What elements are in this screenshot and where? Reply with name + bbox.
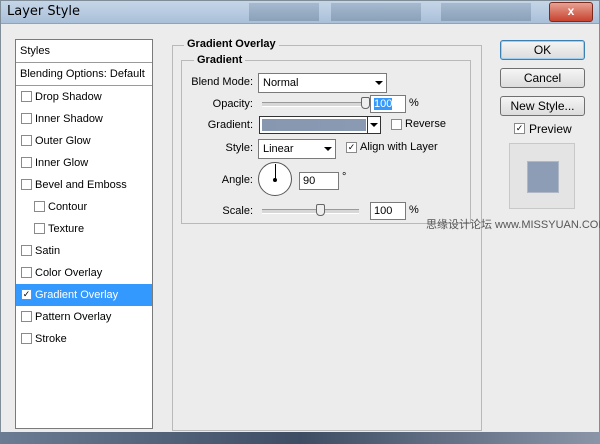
style-items: Drop Shadow Inner Shadow Outer Glow Inner G… (16, 86, 152, 350)
blend-mode-label: Blend Mode: (191, 76, 253, 88)
gradient-group-title: Gradient (194, 54, 246, 66)
preview-checkbox[interactable]: ✓ (514, 123, 525, 134)
style-item-satin[interactable]: Satin (16, 240, 152, 262)
style-item-checkbox[interactable] (34, 223, 45, 234)
title-bar-background (331, 3, 421, 21)
blend-mode-value: Normal (263, 77, 299, 89)
style-item-label: Outer Glow (35, 135, 91, 147)
style-item-checkbox[interactable] (21, 245, 32, 256)
style-item-texture[interactable]: Texture (16, 218, 152, 240)
angle-label: Angle: (221, 174, 253, 186)
style-item-stroke[interactable]: Stroke (16, 328, 152, 350)
style-label: Style: (225, 142, 253, 154)
reverse-label: Reverse (405, 118, 446, 130)
gradient-dropdown-button[interactable] (367, 117, 380, 133)
title-bar-background (249, 3, 319, 21)
angle-input[interactable]: 90 (299, 172, 339, 190)
style-item-checkbox[interactable] (21, 179, 32, 190)
background-strip (0, 432, 600, 444)
style-item-color-overlay[interactable]: Color Overlay (16, 262, 152, 284)
style-item-label: Inner Glow (35, 157, 89, 169)
style-item-checkbox[interactable] (21, 157, 32, 168)
style-select[interactable]: Linear (258, 139, 336, 159)
gradient-overlay-title: Gradient Overlay (184, 38, 279, 50)
angle-dial[interactable] (258, 162, 292, 196)
style-item-gradient-overlay[interactable]: ✓ Gradient Overlay (16, 284, 152, 306)
style-item-label: Inner Shadow (35, 113, 103, 125)
preview-label: Preview (529, 122, 572, 136)
align-with-layer-label: Align with Layer (360, 141, 438, 153)
scale-unit: % (409, 204, 419, 216)
style-item-bevel-and-emboss[interactable]: Bevel and Emboss (16, 174, 152, 196)
scale-label: Scale: (222, 205, 253, 217)
angle-unit: ° (342, 171, 347, 183)
styles-header[interactable]: Styles (16, 40, 152, 63)
watermark: 思缘设计论坛 www.MISSYUAN.COM (426, 219, 600, 231)
style-item-label: Gradient Overlay (35, 289, 119, 301)
scale-input[interactable]: 100 (370, 202, 406, 220)
style-item-label: Satin (35, 245, 61, 257)
style-item-label: Contour (48, 201, 88, 213)
style-item-inner-glow[interactable]: Inner Glow (16, 152, 152, 174)
style-item-checkbox[interactable] (21, 333, 32, 344)
style-item-label: Color Overlay (35, 267, 103, 279)
chevron-down-icon (324, 147, 332, 151)
style-item-contour[interactable]: Contour (16, 196, 152, 218)
style-value: Linear (263, 143, 294, 155)
opacity-slider-handle[interactable] (361, 97, 370, 109)
style-item-checkbox[interactable] (21, 135, 32, 146)
reverse-checkbox[interactable] (391, 119, 402, 130)
title-bar-background (441, 3, 531, 21)
align-with-layer-checkbox[interactable]: ✓ (346, 142, 357, 153)
layer-style-dialog: Layer Style x Styles Blending Options: D… (0, 0, 600, 444)
window-title: Layer Style (7, 4, 81, 19)
opacity-input[interactable]: 100 (370, 95, 406, 113)
opacity-slider[interactable] (262, 102, 365, 107)
style-item-checkbox[interactable] (21, 311, 32, 322)
preview-thumbnail (509, 143, 575, 209)
style-item-checkbox[interactable] (21, 113, 32, 124)
scale-slider-handle[interactable] (316, 204, 326, 216)
style-item-checkbox[interactable] (21, 91, 32, 102)
preview-swatch (527, 161, 559, 193)
gradient-label: Gradient: (207, 119, 253, 131)
ok-button[interactable]: OK (500, 40, 585, 60)
style-item-outer-glow[interactable]: Outer Glow (16, 130, 152, 152)
style-item-label: Stroke (35, 333, 67, 345)
styles-list: Styles Blending Options: Default Drop Sh… (15, 39, 153, 429)
opacity-value: 100 (374, 98, 393, 110)
style-item-label: Pattern Overlay (35, 311, 112, 323)
blend-mode-select[interactable]: Normal (258, 73, 387, 93)
style-item-label: Drop Shadow (35, 91, 102, 103)
angle-dial-hub (273, 178, 277, 182)
chevron-down-icon (370, 123, 378, 127)
opacity-unit: % (409, 97, 419, 109)
style-item-label: Texture (48, 223, 85, 235)
close-icon: x (567, 4, 575, 18)
style-item-pattern-overlay[interactable]: Pattern Overlay (16, 306, 152, 328)
title-bar[interactable]: Layer Style x (1, 1, 599, 24)
style-item-inner-shadow[interactable]: Inner Shadow (16, 108, 152, 130)
gradient-picker[interactable] (259, 116, 381, 134)
style-item-checkbox[interactable]: ✓ (21, 289, 32, 300)
angle-value: 90 (303, 175, 316, 187)
blending-options-item[interactable]: Blending Options: Default (16, 63, 152, 86)
style-item-checkbox[interactable] (34, 201, 45, 212)
close-button[interactable]: x (549, 2, 593, 22)
scale-value: 100 (374, 205, 393, 217)
new-style-button[interactable]: New Style... (500, 96, 585, 116)
chevron-down-icon (375, 81, 383, 85)
gradient-swatch[interactable] (262, 119, 366, 131)
scale-slider[interactable] (262, 209, 359, 214)
cancel-button[interactable]: Cancel (500, 68, 585, 88)
style-item-label: Bevel and Emboss (35, 179, 127, 191)
style-item-drop-shadow[interactable]: Drop Shadow (16, 86, 152, 108)
opacity-label: Opacity: (212, 98, 253, 110)
style-item-checkbox[interactable] (21, 267, 32, 278)
